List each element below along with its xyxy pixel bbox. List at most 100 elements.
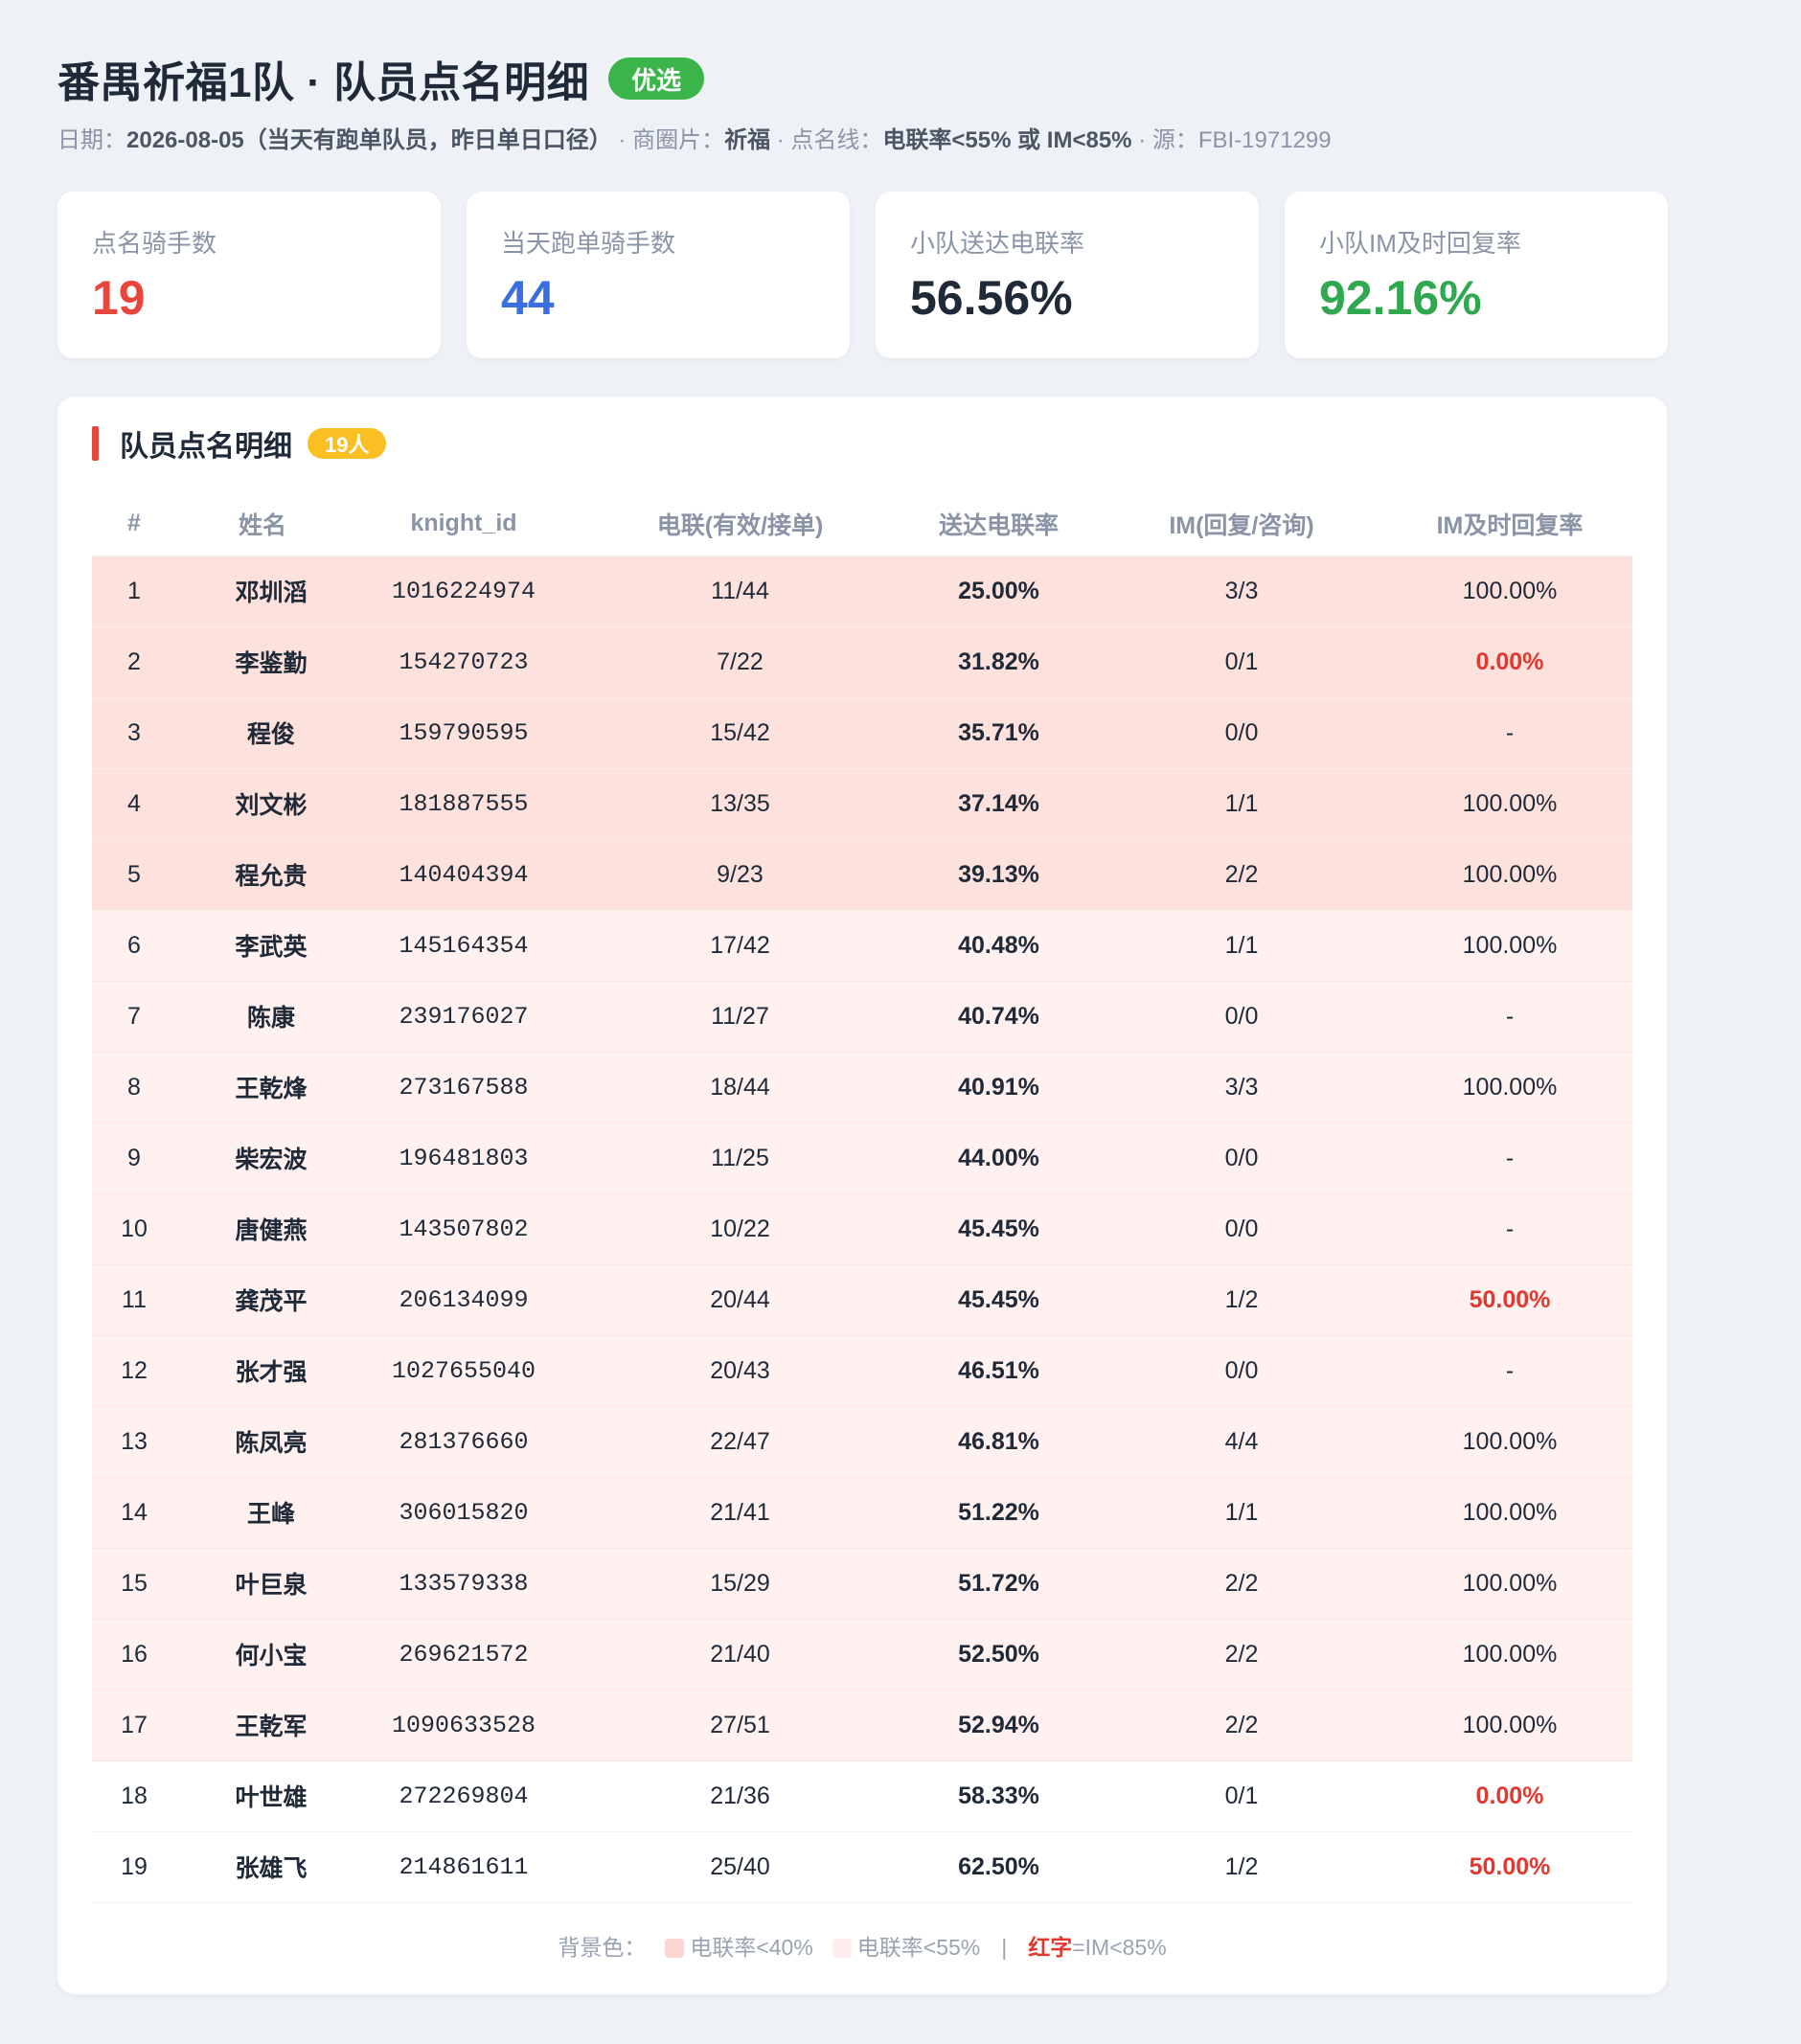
cell-call-rate: 58.33% [901, 1760, 1096, 1832]
card-call-rate: 小队送达电联率 56.56% [876, 192, 1259, 358]
area-value: 祈福 [724, 127, 771, 153]
card-label: 小队IM及时回复率 [1319, 229, 1521, 258]
cell-index: 2 [92, 626, 176, 698]
cell-call-rate: 51.22% [901, 1477, 1096, 1549]
legend-separator: | [1001, 1935, 1008, 1960]
cell-knight-id: 1027655040 [349, 1335, 579, 1407]
table-row: 17 王乾军 1090633528 27/51 52.94% 2/2 100.00% [92, 1690, 1632, 1761]
cell-im-rate: 100.00% [1387, 1690, 1632, 1761]
cell-im-rate: 100.00% [1387, 839, 1632, 911]
cell-calls: 15/42 [579, 697, 901, 769]
cell-name: 唐健燕 [176, 1193, 349, 1265]
cell-calls: 7/22 [579, 626, 901, 698]
cell-index: 16 [92, 1619, 176, 1691]
col-header-im-rate: IM及时回复率 [1387, 492, 1632, 556]
col-header-knight-id: knight_id [349, 492, 579, 556]
cell-name: 陈康 [176, 981, 349, 1053]
table-row: 7 陈康 239176027 11/27 40.74% 0/0- [92, 981, 1632, 1053]
legend-red-rule: =IM<85% [1072, 1935, 1167, 1960]
cell-name: 王乾军 [176, 1690, 349, 1761]
card-im-rate: 小队IM及时回复率 92.16% [1285, 192, 1668, 358]
cell-call-rate: 25.00% [901, 556, 1096, 627]
cell-calls: 10/22 [579, 1193, 901, 1265]
cell-call-rate: 39.13% [901, 839, 1096, 911]
cell-index: 13 [92, 1406, 176, 1478]
cell-calls: 22/47 [579, 1406, 901, 1478]
card-label: 点名骑手数 [92, 229, 217, 258]
cell-knight-id: 159790595 [349, 697, 579, 769]
cell-index: 1 [92, 556, 176, 627]
line-value: 电联率<55% 或 IM<85% [882, 127, 1132, 153]
table-row: 1 邓圳滔 1016224974 11/44 25.00% 3/3 100.00% [92, 556, 1632, 627]
roster-table: # 姓名 knight_id 电联(有效/接单) 送达电联率 IM(回复/咨询)… [92, 492, 1632, 1903]
card-value: 92.16% [1319, 271, 1482, 325]
cell-call-rate: 40.91% [901, 1052, 1096, 1124]
table-row: 13 陈凤亮 281376660 22/47 46.81% 4/4 100.00% [92, 1406, 1632, 1478]
cell-im: 0/0 [1096, 1193, 1387, 1265]
card-value: 19 [92, 271, 146, 325]
cell-knight-id: 306015820 [349, 1477, 579, 1549]
count-badge: 19人 [308, 428, 387, 459]
cell-calls: 21/36 [579, 1760, 901, 1832]
cell-im: 0/0 [1096, 1335, 1387, 1407]
cell-calls: 9/23 [579, 839, 901, 911]
cell-call-rate: 45.45% [901, 1264, 1096, 1336]
col-header-im: IM(回复/咨询) [1096, 492, 1387, 556]
cell-call-rate: 37.14% [901, 768, 1096, 840]
table-row: 4 刘文彬 181887555 13/35 37.14% 1/1 100.00% [92, 768, 1632, 840]
cell-im-rate: 100.00% [1387, 1548, 1632, 1620]
cell-call-rate: 40.48% [901, 910, 1096, 982]
col-header-calls: 电联(有效/接单) [579, 492, 901, 556]
cell-name: 刘文彬 [176, 768, 349, 840]
cell-index: 17 [92, 1690, 176, 1761]
panel-title: 队员点名明细 [120, 431, 292, 463]
cell-calls: 11/27 [579, 981, 901, 1053]
title-row: 番禺祈福1队 · 队员点名明细 优选 [57, 48, 705, 109]
cell-knight-id: 145164354 [349, 910, 579, 982]
cell-name: 李武英 [176, 910, 349, 982]
card-active-riders: 当天跑单骑手数 44 [467, 192, 850, 358]
cell-calls: 27/51 [579, 1690, 901, 1761]
area-label: · 商圈片： [611, 127, 725, 153]
cell-im-rate: - [1387, 1335, 1632, 1407]
cell-name: 李鉴勤 [176, 626, 349, 698]
cell-im-rate: 100.00% [1387, 556, 1632, 627]
cell-im: 0/0 [1096, 981, 1387, 1053]
cell-im: 1/1 [1096, 768, 1387, 840]
cell-index: 4 [92, 768, 176, 840]
page-title: 番禺祈福1队 · 队员点名明细 [57, 59, 590, 106]
cell-call-rate: 52.94% [901, 1690, 1096, 1761]
cell-im-rate: 100.00% [1387, 768, 1632, 840]
cell-knight-id: 269621572 [349, 1619, 579, 1691]
cell-knight-id: 1090633528 [349, 1690, 579, 1761]
cell-im-rate: 100.00% [1387, 1619, 1632, 1691]
cell-im: 2/2 [1096, 1548, 1387, 1620]
card-called-riders: 点名骑手数 19 [57, 192, 441, 358]
cell-name: 张雄飞 [176, 1831, 349, 1903]
cell-im: 0/0 [1096, 1123, 1387, 1194]
cell-call-rate: 44.00% [901, 1123, 1096, 1194]
cell-im-rate: - [1387, 1193, 1632, 1265]
cell-index: 11 [92, 1264, 176, 1336]
cell-call-rate: 52.50% [901, 1619, 1096, 1691]
cell-calls: 15/29 [579, 1548, 901, 1620]
cell-name: 龚茂平 [176, 1264, 349, 1336]
cell-name: 邓圳滔 [176, 556, 349, 627]
cell-index: 8 [92, 1052, 176, 1124]
cell-calls: 17/42 [579, 910, 901, 982]
cell-index: 15 [92, 1548, 176, 1620]
legend-red-word: 红字 [1028, 1935, 1073, 1960]
cell-name: 陈凤亮 [176, 1406, 349, 1478]
cell-calls: 11/44 [579, 556, 901, 627]
table-header-row: # 姓名 knight_id 电联(有效/接单) 送达电联率 IM(回复/咨询)… [92, 492, 1632, 556]
cell-knight-id: 1016224974 [349, 556, 579, 627]
table-row: 2 李鉴勤 154270723 7/22 31.82% 0/1 0.00% [92, 626, 1632, 698]
cell-call-rate: 46.51% [901, 1335, 1096, 1407]
card-label: 小队送达电联率 [910, 229, 1085, 258]
roster-panel: 队员点名明细 19人 # 姓名 knight_id 电联(有效/接单) 送达电联 [57, 397, 1667, 1994]
cell-im-rate: 50.00% [1387, 1264, 1632, 1336]
cell-calls: 20/43 [579, 1335, 901, 1407]
table-row: 5 程允贵 140404394 9/23 39.13% 2/2 100.00% [92, 839, 1632, 911]
cell-knight-id: 133579338 [349, 1548, 579, 1620]
cell-name: 程俊 [176, 697, 349, 769]
